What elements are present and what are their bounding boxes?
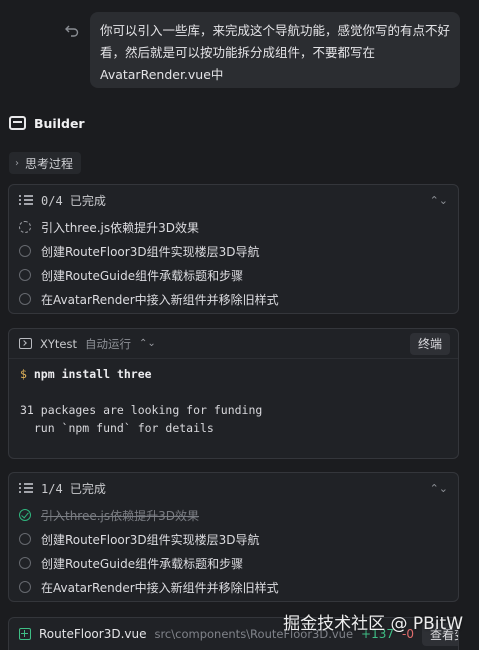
chat-panel: 你可以引入一些库，来完成这个导航功能，感觉你写的有点不好看，然后就是可以按功能拆… xyxy=(0,0,479,650)
terminal-icon xyxy=(19,338,32,349)
todo-item-label: 创建RouteGuide组件承载标题和步骤 xyxy=(41,268,244,283)
terminal-card: XYtest 自动运行 ⌃⌄ 终端 $ npm install three 31… xyxy=(8,328,459,459)
terminal-output: $ npm install three 31 packages are look… xyxy=(9,359,458,447)
prompt-symbol: $ xyxy=(20,367,27,381)
checklist-icon xyxy=(19,194,33,206)
todo-item: 在AvatarRender中接入新组件并移除旧样式 xyxy=(19,287,448,311)
output-line: run `npm fund` for details xyxy=(20,421,214,435)
check-circle-icon xyxy=(19,509,31,521)
todo-header: 0/4 已完成 ⌃⌄ xyxy=(9,185,458,215)
todo-status: 1/4 已完成 xyxy=(41,481,106,496)
pending-circle-icon xyxy=(19,533,31,545)
terminal-button[interactable]: 终端 xyxy=(409,332,450,355)
terminal-header: XYtest 自动运行 ⌃⌄ 终端 xyxy=(9,329,458,359)
todo-status: 0/4 已完成 xyxy=(41,193,106,208)
todo-item: 引入three.js依赖提升3D效果 xyxy=(19,503,448,527)
agent-header: Builder xyxy=(9,113,85,133)
todo-item: 创建RouteFloor3D组件实现楼层3D导航 xyxy=(19,239,448,263)
undo-icon[interactable] xyxy=(64,22,80,38)
thinking-toggle[interactable]: › 思考过程 xyxy=(9,152,82,174)
terminal-name: XYtest xyxy=(40,336,77,351)
thinking-label: 思考过程 xyxy=(25,156,74,171)
todo-item: 创建RouteGuide组件承载标题和步骤 xyxy=(19,551,448,575)
pending-circle-icon xyxy=(19,269,31,281)
todo-card: 1/4 已完成 ⌃⌄ 引入three.js依赖提升3D效果 创建RouteFlo… xyxy=(8,472,459,602)
todo-item-label: 在AvatarRender中接入新组件并移除旧样式 xyxy=(41,292,279,307)
chevron-right-icon: › xyxy=(15,157,19,169)
file-name[interactable]: RouteFloor3D.vue xyxy=(39,627,146,641)
todo-item: 创建RouteGuide组件承载标题和步骤 xyxy=(19,263,448,287)
todo-item-label: 引入three.js依赖提升3D效果 xyxy=(41,508,200,523)
output-line: 31 packages are looking for funding xyxy=(20,403,263,417)
user-message: 你可以引入一些库，来完成这个导航功能，感觉你写的有点不好看，然后就是可以按功能拆… xyxy=(90,12,460,88)
todo-header: 1/4 已完成 ⌃⌄ xyxy=(9,473,458,503)
run-mode[interactable]: 自动运行 xyxy=(85,336,131,352)
todo-item: 在AvatarRender中接入新组件并移除旧样式 xyxy=(19,575,448,599)
pending-circle-icon xyxy=(19,581,31,593)
todo-item-label: 引入three.js依赖提升3D效果 xyxy=(41,220,200,235)
todo-item: 创建RouteFloor3D组件实现楼层3D导航 xyxy=(19,527,448,551)
todo-item-label: 创建RouteFloor3D组件实现楼层3D导航 xyxy=(41,532,260,547)
command-text: npm install three xyxy=(33,367,152,381)
agent-name: Builder xyxy=(34,115,85,131)
collapse-icon[interactable]: ⌃⌄ xyxy=(430,482,448,495)
pending-circle-icon xyxy=(19,557,31,569)
updown-chevron-icon[interactable]: ⌃⌄ xyxy=(139,338,156,349)
watermark: 掘金技术社区 @ PBitW xyxy=(283,614,463,634)
todo-item-label: 创建RouteGuide组件承载标题和步骤 xyxy=(41,556,244,571)
in-progress-icon xyxy=(19,221,31,233)
todo-item-label: 创建RouteFloor3D组件实现楼层3D导航 xyxy=(41,244,260,259)
checklist-icon xyxy=(19,482,33,494)
todo-item-label: 在AvatarRender中接入新组件并移除旧样式 xyxy=(41,580,279,595)
todo-item: 引入three.js依赖提升3D效果 xyxy=(19,215,448,239)
pending-circle-icon xyxy=(19,245,31,257)
file-added-icon xyxy=(19,628,31,640)
todo-card: 0/4 已完成 ⌃⌄ 引入three.js依赖提升3D效果 创建RouteFlo… xyxy=(8,184,459,314)
collapse-icon[interactable]: ⌃⌄ xyxy=(430,194,448,207)
builder-logo-icon xyxy=(9,116,26,130)
pending-circle-icon xyxy=(19,293,31,305)
